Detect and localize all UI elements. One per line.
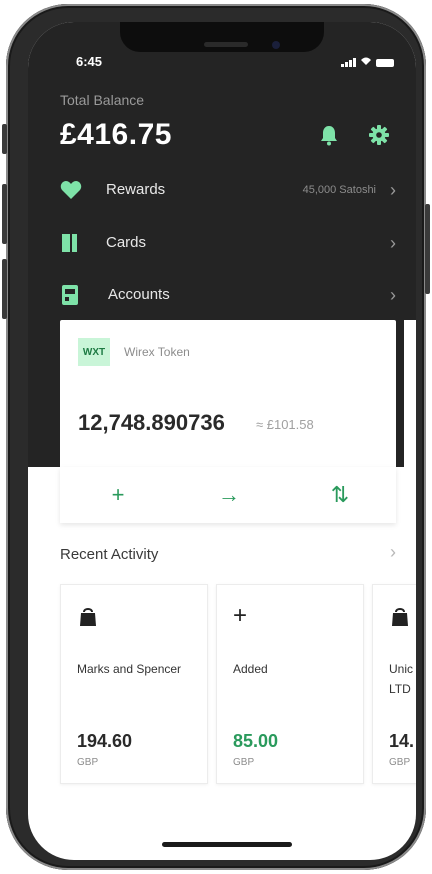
activity-amount: 14. <box>389 731 415 751</box>
shopping-bag-icon <box>389 605 411 627</box>
total-balance: £416.75 <box>60 118 172 151</box>
activity-amount: 85.00 <box>233 731 279 751</box>
plus-icon[interactable]: + <box>104 481 132 509</box>
wxt-account-card[interactable]: WXT Wirex Token 12,748.890736 ≈ £101.58 <box>60 320 396 470</box>
menu-accounts-label: Accounts <box>108 286 170 303</box>
menu-cards[interactable]: Cards › <box>28 223 416 263</box>
volume-down-button <box>2 259 7 319</box>
activity-amount: 194.60 <box>77 731 133 751</box>
token-name: Wirex Token <box>124 345 190 359</box>
arrow-right-icon[interactable]: → <box>215 481 243 509</box>
accounts-icon <box>60 285 82 305</box>
gear-icon[interactable] <box>368 124 390 146</box>
power-button <box>425 204 430 294</box>
activity-name: Unic LTD <box>389 662 414 696</box>
chevron-right-icon: › <box>390 180 396 200</box>
speaker <box>204 42 248 47</box>
battery-icon <box>376 58 394 67</box>
menu-rewards-label: Rewards <box>106 181 166 198</box>
menu-accounts[interactable]: Accounts › <box>28 275 416 315</box>
front-camera <box>272 41 280 49</box>
rewards-satoshi: 45,000 Satoshi <box>302 184 376 196</box>
activity-card[interactable]: + Added 85.00 GBP <box>216 584 364 784</box>
next-account-card-peek[interactable] <box>404 320 416 470</box>
activity-currency: GBP <box>77 757 99 768</box>
app-screen: 6:45 Total Balance £416.75 Rewards 45,00… <box>28 22 416 860</box>
activity-name: Marks and Spencer <box>77 662 182 676</box>
activity-card[interactable]: Unic LTD 14. GBP <box>372 584 416 784</box>
phone-frame: 6:45 Total Balance £416.75 Rewards 45,00… <box>2 4 430 870</box>
mute-switch <box>2 124 7 154</box>
recent-activity-title: Recent Activity <box>60 546 159 563</box>
notch <box>120 22 324 52</box>
status-indicators <box>341 56 394 69</box>
token-fiat-value: ≈ £101.58 <box>256 417 314 432</box>
menu-rewards[interactable]: Rewards 45,000 Satoshi › <box>28 170 416 210</box>
balance-label: Total Balance <box>60 92 145 108</box>
signal-icon <box>341 58 356 67</box>
activity-card[interactable]: Marks and Spencer 194.60 GBP <box>60 584 208 784</box>
shopping-bag-icon <box>77 605 99 627</box>
activity-name: Added <box>233 662 268 676</box>
plus-icon: + <box>233 602 248 629</box>
activity-currency: GBP <box>233 757 255 768</box>
exchange-icon[interactable]: ⇅ <box>326 481 354 509</box>
activity-currency: GBP <box>389 757 411 768</box>
status-time: 6:45 <box>76 54 103 69</box>
volume-up-button <box>2 184 7 244</box>
wifi-icon <box>360 56 372 69</box>
token-balance: 12,748.890736 <box>78 410 225 435</box>
chevron-right-icon[interactable]: › <box>390 542 396 563</box>
card-icon <box>60 233 82 253</box>
chevron-right-icon: › <box>390 233 396 253</box>
heart-icon <box>60 180 82 200</box>
home-indicator[interactable] <box>162 842 292 847</box>
chevron-right-icon: › <box>390 285 396 305</box>
token-badge: WXT <box>78 338 110 366</box>
menu-cards-label: Cards <box>106 234 147 251</box>
bell-icon[interactable] <box>318 124 340 146</box>
account-actions: + → ⇅ <box>60 467 396 523</box>
